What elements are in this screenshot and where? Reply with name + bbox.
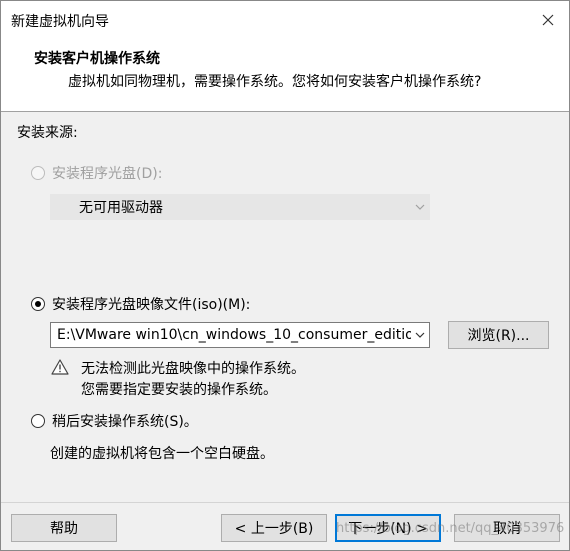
drive-select[interactable]: 无可用驱动器 (50, 194, 430, 220)
iso-path-input[interactable]: E:\VMware win10\cn_windows_10_consumer_e… (50, 322, 430, 348)
footer-divider (1, 502, 569, 503)
chevron-down-icon (411, 195, 429, 219)
iso-path-value: E:\VMware win10\cn_windows_10_consumer_e… (57, 327, 411, 343)
radio-disc-option[interactable]: 安装程序光盘(D): (31, 163, 162, 183)
install-source-label: 安装来源: (17, 125, 78, 141)
wizard-window: 新建虚拟机向导 安装客户机操作系统 虚拟机如同物理机，需要操作系统。您将如何安装… (0, 0, 570, 551)
page-heading: 安装客户机操作系统 (34, 51, 160, 67)
close-icon[interactable] (537, 9, 559, 31)
radio-iso[interactable] (31, 297, 45, 311)
radio-later-label: 稍后安装操作系统(S)。 (52, 414, 198, 430)
chevron-down-icon[interactable] (411, 323, 429, 347)
radio-later-option[interactable]: 稍后安装操作系统(S)。 (31, 411, 198, 431)
next-button[interactable]: 下一步(N) > (335, 514, 441, 542)
browse-button[interactable]: 浏览(R)... (448, 321, 549, 349)
window-title: 新建虚拟机向导 (11, 14, 109, 30)
drive-select-value: 无可用驱动器 (79, 200, 163, 216)
wizard-header: 新建虚拟机向导 安装客户机操作系统 虚拟机如同物理机，需要操作系统。您将如何安装… (1, 1, 569, 112)
warning-line-1: 无法检测此光盘映像中的操作系统。 (81, 361, 305, 377)
radio-iso-option[interactable]: 安装程序光盘映像文件(iso)(M): (31, 294, 250, 314)
warning-line-2: 您需要指定要安装的操作系统。 (81, 382, 277, 398)
help-button[interactable]: 帮助 (11, 514, 117, 542)
back-button[interactable]: < 上一步(B) (221, 514, 327, 542)
later-description: 创建的虚拟机将包含一个空白硬盘。 (50, 446, 274, 462)
cancel-button[interactable]: 取消 (454, 514, 560, 542)
warning-icon (51, 359, 69, 375)
radio-disc[interactable] (31, 166, 45, 180)
radio-later[interactable] (31, 414, 45, 428)
radio-iso-label: 安装程序光盘映像文件(iso)(M): (52, 297, 251, 313)
page-subheading: 虚拟机如同物理机，需要操作系统。您将如何安装客户机操作系统? (68, 74, 482, 90)
radio-disc-label: 安装程序光盘(D): (52, 166, 163, 182)
